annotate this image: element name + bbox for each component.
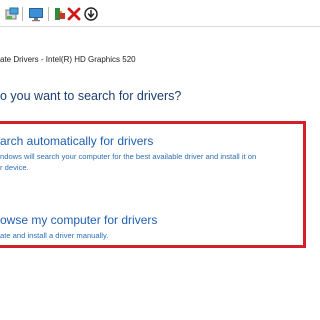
monitor-icon[interactable]	[28, 6, 44, 22]
disable-device-icon[interactable]	[83, 6, 99, 22]
option-description: ndows will search your computer for the …	[0, 152, 257, 161]
option-description: ate and install a driver manually.	[0, 231, 109, 240]
option-title[interactable]: arch automatically for drivers	[0, 134, 300, 148]
search-automatically-option[interactable]: arch automatically for drivers ndows wil…	[0, 134, 300, 173]
option-description: r device.	[0, 163, 29, 172]
toolbar-separator	[48, 7, 49, 21]
toolbar	[0, 0, 320, 27]
page-heading: o you want to search for drivers?	[0, 89, 182, 103]
update-driver-icon[interactable]	[4, 6, 20, 22]
option-title[interactable]: owse my computer for drivers	[0, 213, 300, 227]
browse-computer-option[interactable]: owse my computer for drivers ate and ins…	[0, 213, 300, 241]
toolbar-separator	[22, 7, 23, 21]
uninstall-icon[interactable]	[66, 6, 82, 22]
dialog-title: ate Drivers - Intel(R) HD Graphics 520	[0, 55, 136, 64]
